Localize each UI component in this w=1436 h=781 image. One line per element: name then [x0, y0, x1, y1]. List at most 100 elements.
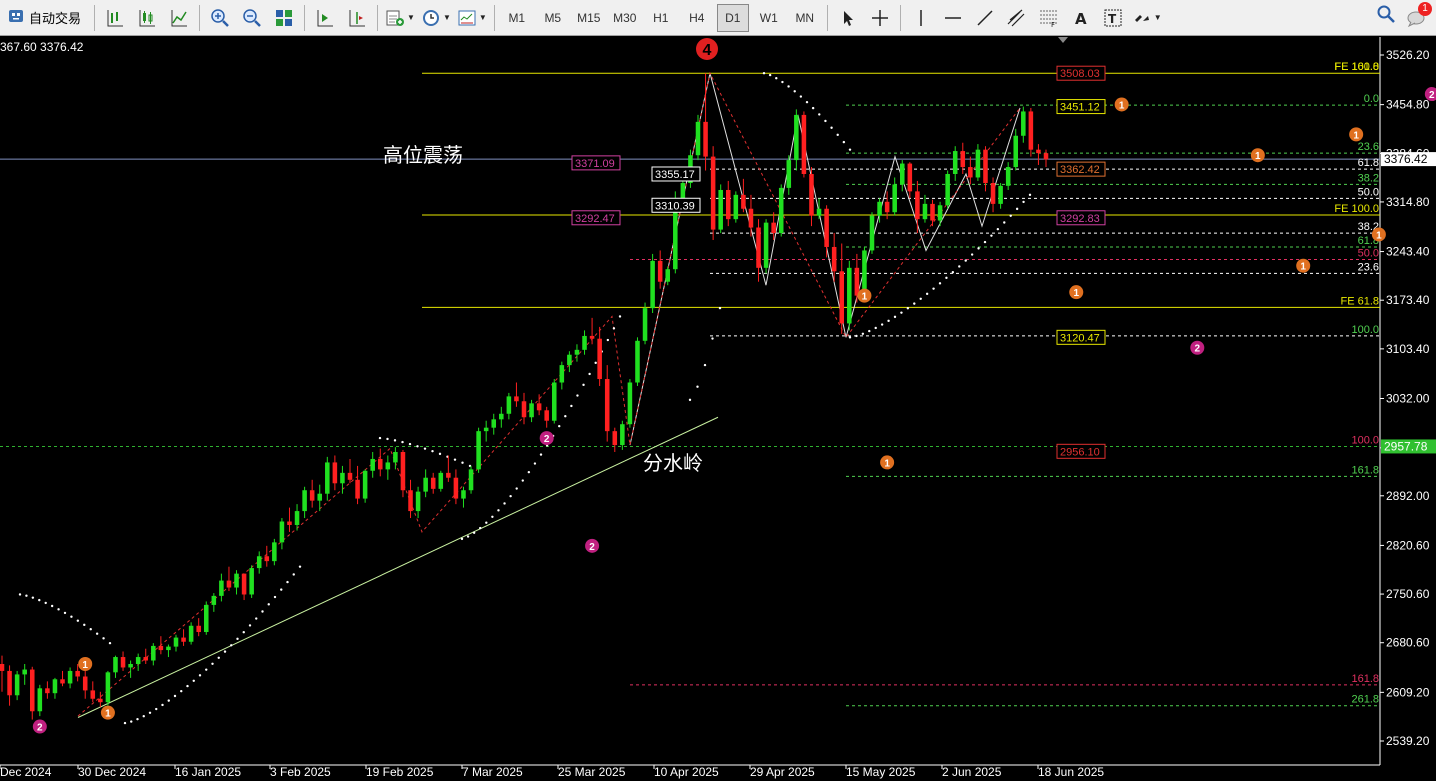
wave-label: 2: [32, 719, 47, 734]
price-box[interactable]: 3120.47: [1056, 329, 1106, 345]
candle: [196, 625, 201, 633]
bar-chart-button[interactable]: [101, 4, 129, 32]
chart-annotation[interactable]: 分水岭: [643, 451, 703, 475]
line-chart-button[interactable]: [165, 4, 193, 32]
crosshair-button[interactable]: [866, 4, 894, 32]
templates-button[interactable]: ▼: [456, 4, 488, 32]
y-tick-label: 2892.00: [1386, 489, 1430, 503]
candle: [415, 491, 421, 512]
ohlc-readout: 367.60 3376.42: [0, 40, 84, 54]
candle: [287, 521, 292, 525]
x-tick-label: Dec 2024: [0, 765, 52, 779]
fib-label: 0.0: [1364, 93, 1379, 105]
cursor-button[interactable]: [834, 4, 862, 32]
price-box[interactable]: 3355.17: [651, 166, 701, 182]
candle: [930, 203, 935, 221]
wave-label: 2: [539, 431, 554, 446]
periods-button[interactable]: ▼: [420, 4, 452, 32]
text-tool-button[interactable]: A: [1067, 4, 1095, 32]
x-tick-label: 18 Jun 2025: [1038, 765, 1104, 779]
timeframe-m5[interactable]: M5: [537, 4, 569, 32]
timeframe-m30[interactable]: M30: [609, 4, 641, 32]
support-trendline[interactable]: [77, 416, 719, 718]
candle-chart-button[interactable]: [133, 4, 161, 32]
chevron-down-icon: ▼: [1153, 13, 1162, 22]
candle: [113, 657, 118, 673]
timeframe-h1[interactable]: H1: [645, 4, 677, 32]
indicators-button[interactable]: ▼: [384, 4, 416, 32]
zoom-out-button[interactable]: [238, 4, 266, 32]
cursor-icon: [843, 10, 853, 26]
candle: [98, 698, 103, 703]
price-box[interactable]: 3451.12: [1056, 99, 1106, 115]
timeframe-m15[interactable]: M15: [573, 4, 605, 32]
wave-label: 1: [880, 455, 895, 470]
zoom-in-button[interactable]: [206, 4, 234, 32]
svg-text:1: 1: [82, 660, 88, 671]
add-indicator-icon: [386, 10, 405, 26]
svg-text:1: 1: [1255, 151, 1261, 162]
timeframe-h4[interactable]: H4: [681, 4, 713, 32]
notifications-button[interactable]: 1: [1406, 1, 1432, 28]
candle: [332, 462, 338, 484]
arrows-button[interactable]: ▼: [1131, 4, 1163, 32]
timeframe-m1[interactable]: M1: [501, 4, 533, 32]
price-box[interactable]: 3362.42: [1056, 161, 1106, 177]
fibonacci-button[interactable]: F: [1035, 4, 1063, 32]
chart-annotation[interactable]: 高位震荡: [383, 143, 463, 167]
search-button[interactable]: [1376, 4, 1396, 29]
chart-shift-marker[interactable]: [1058, 37, 1068, 43]
price-chart[interactable]: 3526.203454.803384.603314.803243.403173.…: [0, 37, 1436, 781]
x-tick-label: 2 Jun 2025: [942, 765, 1002, 779]
y-tick-label: 2680.60: [1386, 636, 1430, 650]
chart-canvas[interactable]: 3526.203454.803384.603314.803243.403173.…: [0, 37, 1436, 781]
price-box[interactable]: 3371.09: [571, 155, 621, 171]
wave-label: 1: [857, 288, 872, 303]
timeframe-w1[interactable]: W1: [753, 4, 785, 32]
candle: [393, 452, 398, 463]
fib-label: 161.8: [1351, 673, 1379, 685]
vertical-line-icon: [920, 9, 922, 26]
candle: [794, 114, 799, 161]
clock-icon: [422, 9, 439, 26]
price-box[interactable]: 3292.83: [1056, 210, 1106, 226]
autotrade-button[interactable]: 自动交易: [4, 4, 88, 32]
x-tick-label: 10 Apr 2025: [654, 765, 719, 779]
text-label-button[interactable]: T: [1099, 4, 1127, 32]
candle: [234, 573, 239, 588]
candle: [597, 338, 602, 380]
candle: [340, 472, 345, 484]
candle: [226, 580, 232, 588]
timeframe-mn[interactable]: MN: [789, 4, 821, 32]
price-box[interactable]: 2956.10: [1056, 443, 1106, 459]
candle: [922, 203, 928, 220]
candle: [7, 670, 12, 696]
price-box[interactable]: 3292.47: [571, 210, 621, 226]
vertical-line-button[interactable]: [907, 4, 935, 32]
fib-label: 100.0: [1351, 434, 1379, 446]
horizontal-line-button[interactable]: [939, 4, 967, 32]
zoom-out-icon: [243, 8, 261, 27]
candle: [945, 173, 950, 206]
trendline-button[interactable]: [971, 4, 999, 32]
price-box[interactable]: 3508.03: [1056, 65, 1106, 81]
timeframe-d1[interactable]: D1: [716, 3, 749, 32]
price-box[interactable]: 3310.39: [651, 197, 701, 213]
candle: [211, 595, 217, 605]
y-tick-label: 3454.80: [1386, 98, 1430, 112]
notification-badge: 1: [1418, 1, 1432, 16]
candle: [317, 493, 323, 501]
autoscroll-button[interactable]: [311, 4, 339, 32]
tile-windows-button[interactable]: [270, 4, 298, 32]
candle: [1005, 167, 1011, 186]
equidistant-channel-button[interactable]: [1003, 4, 1031, 32]
chart-shift-button[interactable]: [343, 4, 371, 32]
svg-text:1: 1: [1353, 130, 1359, 141]
candle: [847, 267, 852, 324]
candle: [816, 208, 822, 216]
candle: [309, 490, 315, 501]
chevron-down-icon: ▼: [478, 13, 487, 22]
current-price-tag: 3376.42: [1381, 152, 1436, 167]
y-tick-label: 3032.00: [1386, 391, 1430, 405]
candle: [453, 477, 459, 499]
